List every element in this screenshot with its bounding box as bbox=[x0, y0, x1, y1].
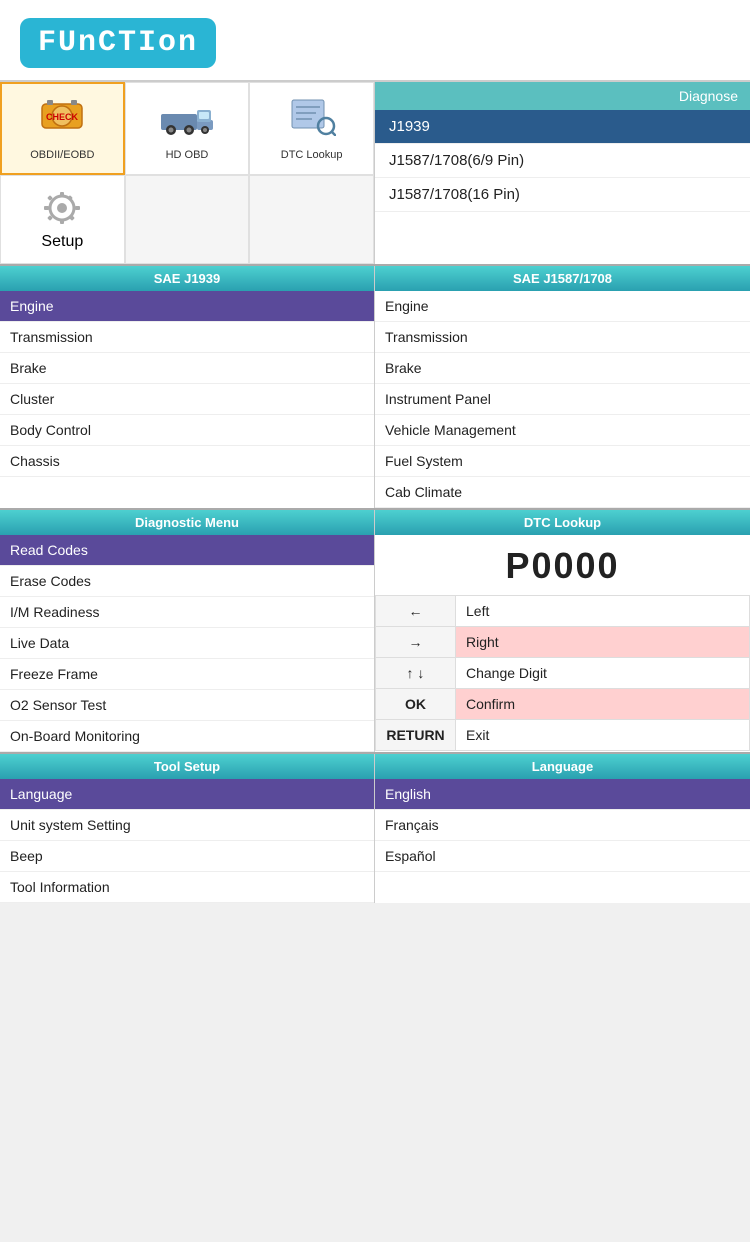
sae-j1587-item-2[interactable]: Brake bbox=[375, 353, 750, 384]
obdii-icon-cell[interactable]: CHECK OBDII/EOBD bbox=[0, 82, 125, 175]
lang-item-0[interactable]: English bbox=[375, 779, 750, 810]
sae-j1939-item-0[interactable]: Engine bbox=[0, 291, 374, 322]
dtc-keys-table: ← Left → Right ↑ ↓ Change Digit OK Confi… bbox=[375, 595, 750, 751]
icons-row-2: Setup bbox=[0, 175, 374, 264]
dtc-key-3: OK bbox=[376, 689, 456, 720]
dtc-code-display: P0000 bbox=[375, 535, 750, 595]
sae-section: SAE J1939 Engine Transmission Brake Clus… bbox=[0, 264, 750, 508]
sae-j1939-header: SAE J1939 bbox=[0, 266, 374, 291]
logo-text: FUnCTIon bbox=[38, 26, 198, 60]
dtc-lookup-icon bbox=[288, 96, 336, 145]
sae-j1587-item-4[interactable]: Vehicle Management bbox=[375, 415, 750, 446]
top-section: CHECK OBDII/EOBD bbox=[0, 80, 750, 264]
hd-obd-label: HD OBD bbox=[166, 149, 209, 161]
function-logo: FUnCTIon bbox=[20, 18, 216, 68]
sae-j1939-item-2[interactable]: Brake bbox=[0, 353, 374, 384]
tool-item-2[interactable]: Beep bbox=[0, 841, 374, 872]
svg-text:CHECK: CHECK bbox=[46, 112, 79, 122]
empty-cell-1 bbox=[125, 175, 250, 264]
dtc-action-2: Change Digit bbox=[456, 658, 750, 689]
sae-j1939-item-5[interactable]: Chassis bbox=[0, 446, 374, 477]
hd-obd-icon bbox=[159, 96, 215, 145]
diagnose-panel: Diagnose J1939 J1587/1708(6/9 Pin) J1587… bbox=[375, 82, 750, 264]
diag-item-5[interactable]: O2 Sensor Test bbox=[0, 690, 374, 721]
tool-item-0[interactable]: Language bbox=[0, 779, 374, 810]
dtc-action-0: Left bbox=[456, 596, 750, 627]
tool-lang-section: Tool Setup Language Unit system Setting … bbox=[0, 752, 750, 903]
tool-setup-panel: Tool Setup Language Unit system Setting … bbox=[0, 754, 375, 903]
tool-setup-header: Tool Setup bbox=[0, 754, 374, 779]
language-panel: Language English Français Español bbox=[375, 754, 750, 903]
dtc-action-3: Confirm bbox=[456, 689, 750, 720]
diagnose-item-0[interactable]: J1939 bbox=[375, 110, 750, 144]
setup-icon bbox=[40, 188, 84, 233]
tool-item-3[interactable]: Tool Information bbox=[0, 872, 374, 903]
dtc-action-4: Exit bbox=[456, 720, 750, 751]
dtc-action-1: Right bbox=[456, 627, 750, 658]
header: FUnCTIon bbox=[0, 0, 750, 80]
dtc-key-row-2: ↑ ↓ Change Digit bbox=[376, 658, 750, 689]
diagnostic-menu-panel: Diagnostic Menu Read Codes Erase Codes I… bbox=[0, 510, 375, 752]
sae-j1587-panel: SAE J1587/1708 Engine Transmission Brake… bbox=[375, 266, 750, 508]
diag-item-0[interactable]: Read Codes bbox=[0, 535, 374, 566]
diag-item-6[interactable]: On-Board Monitoring bbox=[0, 721, 374, 752]
dtc-key-2: ↑ ↓ bbox=[376, 658, 456, 689]
sae-j1587-item-5[interactable]: Fuel System bbox=[375, 446, 750, 477]
setup-label: Setup bbox=[41, 233, 83, 251]
sae-j1587-item-1[interactable]: Transmission bbox=[375, 322, 750, 353]
lang-item-1[interactable]: Français bbox=[375, 810, 750, 841]
lang-item-2[interactable]: Español bbox=[375, 841, 750, 872]
diagnose-item-1[interactable]: J1587/1708(6/9 Pin) bbox=[375, 144, 750, 178]
icons-container: CHECK OBDII/EOBD bbox=[0, 82, 375, 264]
sae-j1587-item-3[interactable]: Instrument Panel bbox=[375, 384, 750, 415]
obdii-icon: CHECK bbox=[37, 96, 87, 145]
dtc-key-row-3: OK Confirm bbox=[376, 689, 750, 720]
obdii-label: OBDII/EOBD bbox=[30, 149, 94, 161]
setup-icon-cell[interactable]: Setup bbox=[0, 175, 125, 264]
dtc-key-1: → bbox=[376, 627, 456, 658]
sae-j1587-item-6[interactable]: Cab Climate bbox=[375, 477, 750, 508]
dtc-key-row-0: ← Left bbox=[376, 596, 750, 627]
diag-item-4[interactable]: Freeze Frame bbox=[0, 659, 374, 690]
sae-j1939-item-4[interactable]: Body Control bbox=[0, 415, 374, 446]
sae-j1587-item-0[interactable]: Engine bbox=[375, 291, 750, 322]
dtc-lookup-panel: DTC Lookup P0000 ← Left → Right ↑ ↓ Chan… bbox=[375, 510, 750, 752]
language-header: Language bbox=[375, 754, 750, 779]
tool-item-1[interactable]: Unit system Setting bbox=[0, 810, 374, 841]
diag-item-1[interactable]: Erase Codes bbox=[0, 566, 374, 597]
diag-dtc-section: Diagnostic Menu Read Codes Erase Codes I… bbox=[0, 508, 750, 752]
sae-j1939-item-1[interactable]: Transmission bbox=[0, 322, 374, 353]
dtc-lookup-header: DTC Lookup bbox=[375, 510, 750, 535]
dtc-lookup-label: DTC Lookup bbox=[281, 149, 343, 161]
diag-item-2[interactable]: I/M Readiness bbox=[0, 597, 374, 628]
diagnose-header: Diagnose bbox=[375, 82, 750, 110]
diagnose-item-2[interactable]: J1587/1708(16 Pin) bbox=[375, 178, 750, 212]
dtc-key-row-1: → Right bbox=[376, 627, 750, 658]
empty-cell-2 bbox=[249, 175, 374, 264]
sae-j1939-item-3[interactable]: Cluster bbox=[0, 384, 374, 415]
diagnostic-menu-header: Diagnostic Menu bbox=[0, 510, 374, 535]
icons-row-1: CHECK OBDII/EOBD bbox=[0, 82, 374, 175]
hd-obd-icon-cell[interactable]: HD OBD bbox=[125, 82, 250, 175]
dtc-lookup-icon-cell[interactable]: DTC Lookup bbox=[249, 82, 374, 175]
sae-j1939-panel: SAE J1939 Engine Transmission Brake Clus… bbox=[0, 266, 375, 508]
dtc-key-row-4: RETURN Exit bbox=[376, 720, 750, 751]
dtc-key-0: ← bbox=[376, 596, 456, 627]
diag-item-3[interactable]: Live Data bbox=[0, 628, 374, 659]
sae-j1587-header: SAE J1587/1708 bbox=[375, 266, 750, 291]
dtc-key-4: RETURN bbox=[376, 720, 456, 751]
